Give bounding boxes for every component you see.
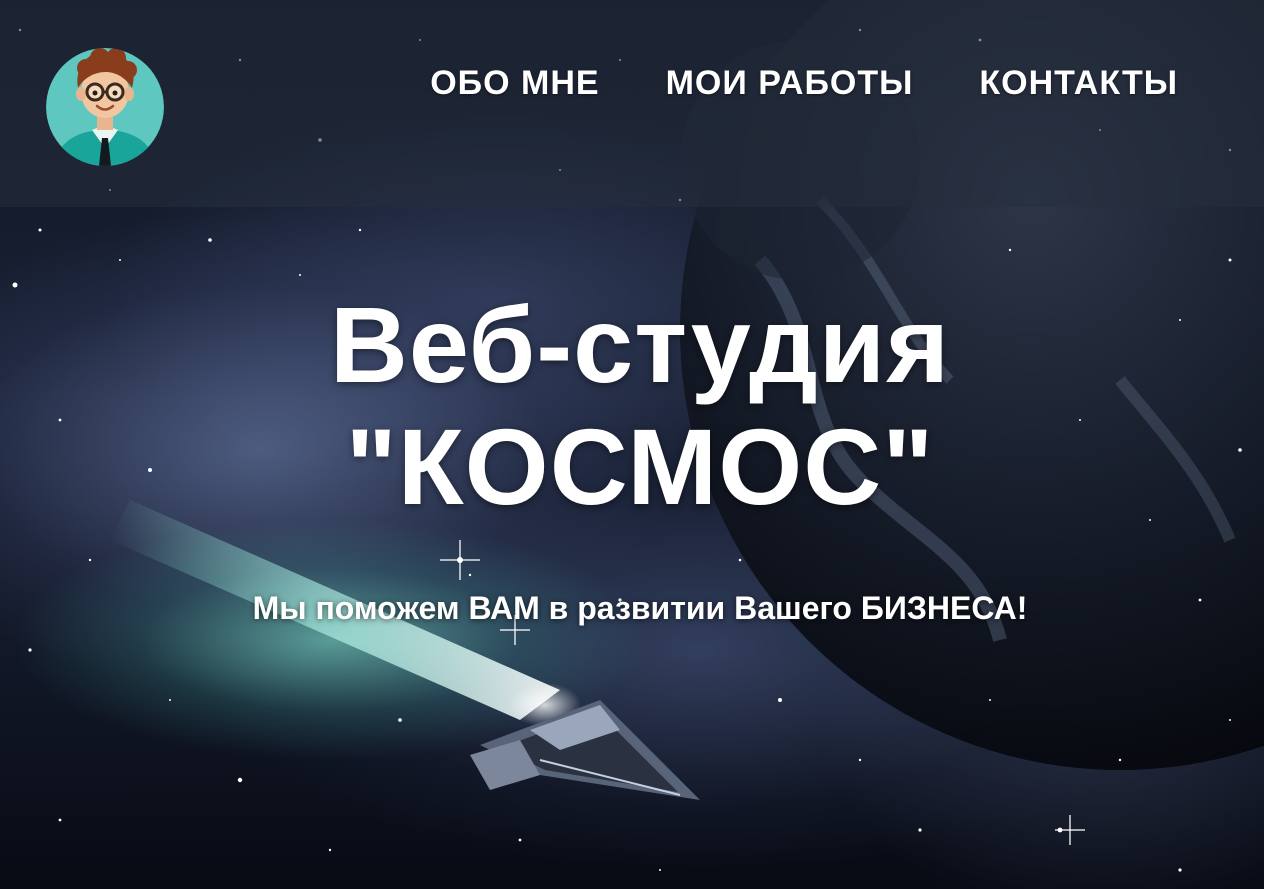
avatar-illustration (46, 48, 164, 166)
site-header: ОБО МНЕ МОИ РАБОТЫ КОНТАКТЫ (0, 0, 1264, 207)
hero-title-line-2: "КОСМОС" (345, 406, 935, 527)
landing-page: ОБО МНЕ МОИ РАБОТЫ КОНТАКТЫ Веб-студия "… (0, 0, 1264, 889)
nav-item-about[interactable]: ОБО МНЕ (430, 64, 599, 103)
hero-title-line-1: Веб-студия (329, 284, 951, 405)
nav-item-contacts[interactable]: КОНТАКТЫ (979, 64, 1178, 103)
nav-item-portfolio[interactable]: МОИ РАБОТЫ (666, 64, 914, 103)
hero-subtitle: Мы поможем ВАМ в развитии Вашего БИЗНЕСА… (252, 590, 1028, 626)
developer-avatar-icon[interactable] (46, 48, 164, 166)
spaceship (470, 700, 700, 800)
main-navigation: ОБО МНЕ МОИ РАБОТЫ КОНТАКТЫ (430, 64, 1178, 103)
hero-title: Веб-студия "КОСМОС" (140, 284, 1140, 528)
